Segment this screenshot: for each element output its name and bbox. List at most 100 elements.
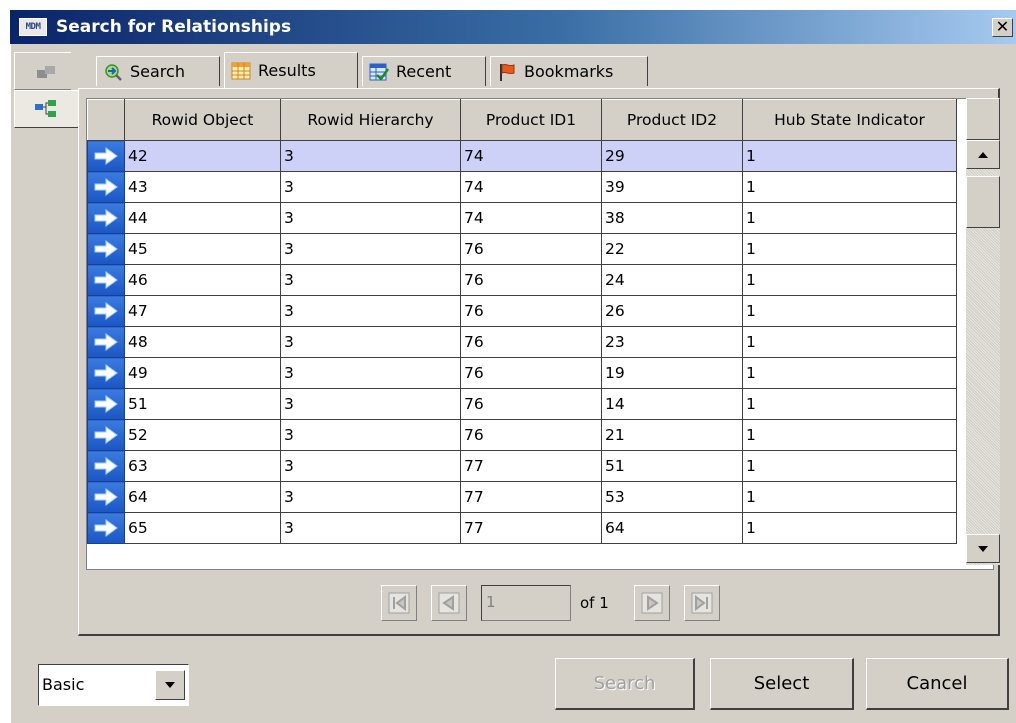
- table-cell[interactable]: 39: [601, 171, 743, 203]
- column-header-rowid-object[interactable]: Rowid Object: [124, 99, 281, 141]
- table-cell[interactable]: 1: [742, 140, 957, 172]
- table-row[interactable]: 49 3 76 19 1: [87, 357, 957, 389]
- table-cell[interactable]: 48: [124, 326, 281, 358]
- table-cell[interactable]: 46: [124, 264, 281, 296]
- table-row[interactable]: 45 3 76 22 1: [87, 233, 957, 265]
- row-selector[interactable]: [87, 326, 125, 358]
- table-cell[interactable]: 74: [460, 140, 602, 172]
- table-row[interactable]: 46 3 76 24 1: [87, 264, 957, 296]
- table-cell[interactable]: 3: [280, 388, 461, 420]
- table-cell[interactable]: 44: [124, 202, 281, 234]
- table-cell[interactable]: 76: [460, 295, 602, 327]
- table-cell[interactable]: 74: [460, 171, 602, 203]
- table-cell[interactable]: 77: [460, 512, 602, 544]
- table-cell[interactable]: 22: [601, 233, 743, 265]
- table-cell[interactable]: 74: [460, 202, 602, 234]
- close-button[interactable]: ✕: [992, 18, 1013, 37]
- table-cell[interactable]: 1: [742, 450, 957, 482]
- table-row[interactable]: 64 3 77 53 1: [87, 481, 957, 513]
- table-cell[interactable]: 1: [742, 326, 957, 358]
- row-selector[interactable]: [87, 202, 125, 234]
- row-selector[interactable]: [87, 357, 125, 389]
- table-cell[interactable]: 38: [601, 202, 743, 234]
- table-cell[interactable]: 51: [601, 450, 743, 482]
- table-cell[interactable]: 1: [742, 264, 957, 296]
- table-row[interactable]: 43 3 74 39 1: [87, 171, 957, 203]
- table-cell[interactable]: 64: [124, 481, 281, 513]
- tab-bookmarks[interactable]: Bookmarks: [490, 56, 648, 86]
- first-page-button[interactable]: [381, 585, 417, 621]
- table-cell[interactable]: 3: [280, 171, 461, 203]
- table-cell[interactable]: 76: [460, 264, 602, 296]
- table-cell[interactable]: 76: [460, 233, 602, 265]
- search-mode-combo[interactable]: Basic: [38, 664, 189, 706]
- table-cell[interactable]: 76: [460, 357, 602, 389]
- table-cell[interactable]: 77: [460, 450, 602, 482]
- search-mode-dropdown-button[interactable]: [155, 670, 185, 700]
- vertical-scrollbar[interactable]: [966, 140, 1000, 565]
- table-cell[interactable]: 65: [124, 512, 281, 544]
- table-cell[interactable]: 45: [124, 233, 281, 265]
- row-selector[interactable]: [87, 512, 125, 544]
- side-tab-entity[interactable]: [14, 52, 71, 90]
- table-cell[interactable]: 77: [460, 481, 602, 513]
- table-cell[interactable]: 1: [742, 295, 957, 327]
- column-header-hub-state-indicator[interactable]: Hub State Indicator: [742, 99, 957, 141]
- column-header-rowid-hierarchy[interactable]: Rowid Hierarchy: [280, 99, 461, 141]
- table-row[interactable]: 65 3 77 64 1: [87, 512, 957, 544]
- scroll-thumb[interactable]: [966, 176, 1000, 228]
- table-cell[interactable]: 1: [742, 388, 957, 420]
- table-cell[interactable]: 3: [280, 140, 461, 172]
- table-row[interactable]: 44 3 74 38 1: [87, 202, 957, 234]
- row-selector[interactable]: [87, 481, 125, 513]
- scroll-up-button[interactable]: [966, 140, 1000, 169]
- table-cell[interactable]: 51: [124, 388, 281, 420]
- table-cell[interactable]: 63: [124, 450, 281, 482]
- table-row[interactable]: 47 3 76 26 1: [87, 295, 957, 327]
- table-cell[interactable]: 43: [124, 171, 281, 203]
- column-header-product-id1[interactable]: Product ID1: [460, 99, 602, 141]
- table-row[interactable]: 51 3 76 14 1: [87, 388, 957, 420]
- table-cell[interactable]: 3: [280, 202, 461, 234]
- table-cell[interactable]: 53: [601, 481, 743, 513]
- tab-results[interactable]: Results: [224, 52, 358, 88]
- table-cell[interactable]: 1: [742, 481, 957, 513]
- tab-search[interactable]: Search: [96, 56, 220, 86]
- table-cell[interactable]: 26: [601, 295, 743, 327]
- table-cell[interactable]: 23: [601, 326, 743, 358]
- table-row[interactable]: 42 3 74 29 1: [87, 140, 957, 172]
- row-selector[interactable]: [87, 388, 125, 420]
- table-cell[interactable]: 24: [601, 264, 743, 296]
- table-cell[interactable]: 29: [601, 140, 743, 172]
- table-cell[interactable]: 21: [601, 419, 743, 451]
- table-cell[interactable]: 19: [601, 357, 743, 389]
- table-row[interactable]: 52 3 76 21 1: [87, 419, 957, 451]
- column-header-product-id2[interactable]: Product ID2: [601, 99, 743, 141]
- table-cell[interactable]: 3: [280, 481, 461, 513]
- table-cell[interactable]: 3: [280, 357, 461, 389]
- table-cell[interactable]: 1: [742, 171, 957, 203]
- table-cell[interactable]: 3: [280, 326, 461, 358]
- tab-recent[interactable]: Recent: [362, 56, 486, 86]
- next-page-button[interactable]: [634, 585, 670, 621]
- cancel-button[interactable]: Cancel: [866, 658, 1009, 710]
- select-button[interactable]: Select: [710, 658, 854, 710]
- table-cell[interactable]: 1: [742, 202, 957, 234]
- table-cell[interactable]: 1: [742, 357, 957, 389]
- row-selector[interactable]: [87, 450, 125, 482]
- table-cell[interactable]: 3: [280, 295, 461, 327]
- table-row[interactable]: 63 3 77 51 1: [87, 450, 957, 482]
- table-cell[interactable]: 1: [742, 512, 957, 544]
- row-selector[interactable]: [87, 171, 125, 203]
- table-cell[interactable]: 42: [124, 140, 281, 172]
- table-cell[interactable]: 14: [601, 388, 743, 420]
- table-cell[interactable]: 3: [280, 512, 461, 544]
- table-cell[interactable]: 3: [280, 450, 461, 482]
- table-cell[interactable]: 1: [742, 233, 957, 265]
- table-row[interactable]: 48 3 76 23 1: [87, 326, 957, 358]
- table-cell[interactable]: 47: [124, 295, 281, 327]
- row-selector[interactable]: [87, 419, 125, 451]
- table-cell[interactable]: 76: [460, 419, 602, 451]
- side-tab-hierarchy[interactable]: [14, 90, 78, 128]
- table-cell[interactable]: 52: [124, 419, 281, 451]
